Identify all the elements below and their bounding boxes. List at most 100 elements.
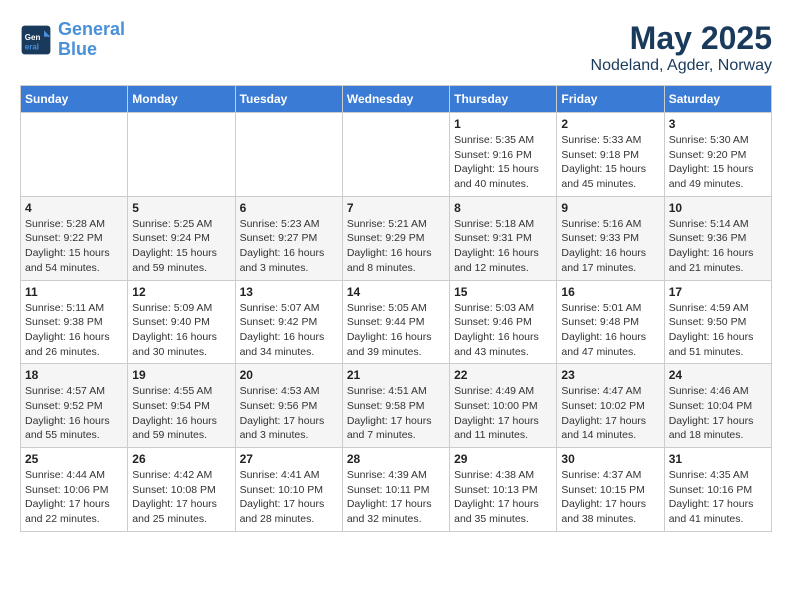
calendar-week-row: 4Sunrise: 5:28 AM Sunset: 9:22 PM Daylig…: [21, 196, 772, 280]
day-info: Sunrise: 4:49 AM Sunset: 10:00 PM Daylig…: [454, 384, 552, 443]
calendar-cell: 13Sunrise: 5:07 AM Sunset: 9:42 PM Dayli…: [235, 280, 342, 364]
day-info: Sunrise: 5:11 AM Sunset: 9:38 PM Dayligh…: [25, 301, 123, 360]
calendar-cell: [235, 113, 342, 197]
day-info: Sunrise: 5:21 AM Sunset: 9:29 PM Dayligh…: [347, 217, 445, 276]
day-number: 22: [454, 368, 552, 382]
weekday-header: Sunday: [21, 86, 128, 113]
calendar-cell: [342, 113, 449, 197]
day-number: 30: [561, 452, 659, 466]
calendar-cell: [21, 113, 128, 197]
calendar-table: SundayMondayTuesdayWednesdayThursdayFrid…: [20, 85, 772, 532]
day-number: 2: [561, 117, 659, 131]
weekday-header: Thursday: [450, 86, 557, 113]
calendar-cell: 4Sunrise: 5:28 AM Sunset: 9:22 PM Daylig…: [21, 196, 128, 280]
calendar-cell: 30 Sunrise: 4:37 AM Sunset: 10:15 PM Dayl…: [557, 448, 664, 532]
day-info: Sunrise: 4:44 AM Sunset: 10:06 PM Daylig…: [25, 468, 123, 527]
calendar-cell: 27Sunrise: 4:41 AM Sunset: 10:10 PM Dayl…: [235, 448, 342, 532]
day-number: 18: [25, 368, 123, 382]
weekday-header: Friday: [557, 86, 664, 113]
calendar-cell: [128, 113, 235, 197]
day-info: Sunrise: 5:05 AM Sunset: 9:44 PM Dayligh…: [347, 301, 445, 360]
day-info: Sunrise: 5:23 AM Sunset: 9:27 PM Dayligh…: [240, 217, 338, 276]
title-block: May 2025 Nodeland, Agder, Norway: [591, 20, 772, 75]
day-number: 6: [240, 201, 338, 215]
calendar-cell: 1Sunrise: 5:35 AM Sunset: 9:16 PM Daylig…: [450, 113, 557, 197]
day-info: Sunrise: 5:33 AM Sunset: 9:18 PM Dayligh…: [561, 133, 659, 192]
calendar-cell: 5 Sunrise: 5:25 AM Sunset: 9:24 PM Daylig…: [128, 196, 235, 280]
day-number: 14: [347, 285, 445, 299]
weekday-header: Wednesday: [342, 86, 449, 113]
calendar-week-row: 25 Sunrise: 4:44 AM Sunset: 10:06 PM Dayl…: [21, 448, 772, 532]
calendar-body: 1Sunrise: 5:35 AM Sunset: 9:16 PM Daylig…: [21, 113, 772, 532]
logo-line2: Blue: [58, 39, 97, 59]
calendar-cell: 20Sunrise: 4:53 AM Sunset: 9:56 PM Dayli…: [235, 364, 342, 448]
day-info: Sunrise: 4:55 AM Sunset: 9:54 PM Dayligh…: [132, 384, 230, 443]
calendar-cell: 2 Sunrise: 5:33 AM Sunset: 9:18 PM Daylig…: [557, 113, 664, 197]
calendar-cell: 24Sunrise: 4:46 AM Sunset: 10:04 PM Dayl…: [664, 364, 771, 448]
day-number: 24: [669, 368, 767, 382]
calendar-cell: 15Sunrise: 5:03 AM Sunset: 9:46 PM Dayli…: [450, 280, 557, 364]
day-info: Sunrise: 4:42 AM Sunset: 10:08 PM Daylig…: [132, 468, 230, 527]
day-info: Sunrise: 5:03 AM Sunset: 9:46 PM Dayligh…: [454, 301, 552, 360]
calendar-cell: 17 Sunrise: 4:59 AM Sunset: 9:50 PM Dayli…: [664, 280, 771, 364]
calendar-cell: 31 Sunrise: 4:35 AM Sunset: 10:16 PM Dayl…: [664, 448, 771, 532]
calendar-cell: 12Sunrise: 5:09 AM Sunset: 9:40 PM Dayli…: [128, 280, 235, 364]
day-info: Sunrise: 5:16 AM Sunset: 9:33 PM Dayligh…: [561, 217, 659, 276]
page-title: May 2025: [591, 20, 772, 57]
calendar-week-row: 1Sunrise: 5:35 AM Sunset: 9:16 PM Daylig…: [21, 113, 772, 197]
day-info: Sunrise: 4:35 AM Sunset: 10:16 PM Daylig…: [669, 468, 767, 527]
day-number: 8: [454, 201, 552, 215]
day-number: 28: [347, 452, 445, 466]
calendar-cell: 22 Sunrise: 4:49 AM Sunset: 10:00 PM Dayl…: [450, 364, 557, 448]
day-info: Sunrise: 5:25 AM Sunset: 9:24 PM Dayligh…: [132, 217, 230, 276]
day-info: Sunrise: 4:59 AM Sunset: 9:50 PM Dayligh…: [669, 301, 767, 360]
day-number: 7: [347, 201, 445, 215]
day-info: Sunrise: 4:38 AM Sunset: 10:13 PM Daylig…: [454, 468, 552, 527]
weekday-header: Tuesday: [235, 86, 342, 113]
day-info: Sunrise: 5:30 AM Sunset: 9:20 PM Dayligh…: [669, 133, 767, 192]
svg-text:eral: eral: [25, 42, 39, 51]
calendar-cell: 11 Sunrise: 5:11 AM Sunset: 9:38 PM Dayli…: [21, 280, 128, 364]
day-number: 25: [25, 452, 123, 466]
day-info: Sunrise: 5:14 AM Sunset: 9:36 PM Dayligh…: [669, 217, 767, 276]
page-subtitle: Nodeland, Agder, Norway: [591, 57, 772, 75]
calendar-cell: 14 Sunrise: 5:05 AM Sunset: 9:44 PM Dayli…: [342, 280, 449, 364]
calendar-cell: 25 Sunrise: 4:44 AM Sunset: 10:06 PM Dayl…: [21, 448, 128, 532]
day-number: 26: [132, 452, 230, 466]
calendar-header-row: SundayMondayTuesdayWednesdayThursdayFrid…: [21, 86, 772, 113]
calendar-cell: 7 Sunrise: 5:21 AM Sunset: 9:29 PM Daylig…: [342, 196, 449, 280]
day-info: Sunrise: 4:53 AM Sunset: 9:56 PM Dayligh…: [240, 384, 338, 443]
calendar-cell: 8Sunrise: 5:18 AM Sunset: 9:31 PM Daylig…: [450, 196, 557, 280]
calendar-week-row: 18 Sunrise: 4:57 AM Sunset: 9:52 PM Dayli…: [21, 364, 772, 448]
day-number: 11: [25, 285, 123, 299]
calendar-cell: 18 Sunrise: 4:57 AM Sunset: 9:52 PM Dayli…: [21, 364, 128, 448]
calendar-cell: 26 Sunrise: 4:42 AM Sunset: 10:08 PM Dayl…: [128, 448, 235, 532]
calendar-cell: 9 Sunrise: 5:16 AM Sunset: 9:33 PM Daylig…: [557, 196, 664, 280]
day-info: Sunrise: 4:47 AM Sunset: 10:02 PM Daylig…: [561, 384, 659, 443]
day-info: Sunrise: 5:07 AM Sunset: 9:42 PM Dayligh…: [240, 301, 338, 360]
calendar-cell: 6 Sunrise: 5:23 AM Sunset: 9:27 PM Daylig…: [235, 196, 342, 280]
calendar-cell: 16Sunrise: 5:01 AM Sunset: 9:48 PM Dayli…: [557, 280, 664, 364]
day-info: Sunrise: 4:57 AM Sunset: 9:52 PM Dayligh…: [25, 384, 123, 443]
weekday-header: Saturday: [664, 86, 771, 113]
day-number: 17: [669, 285, 767, 299]
day-info: Sunrise: 5:35 AM Sunset: 9:16 PM Dayligh…: [454, 133, 552, 192]
logo-icon: Gen eral: [20, 24, 52, 56]
day-number: 3: [669, 117, 767, 131]
calendar-cell: 29Sunrise: 4:38 AM Sunset: 10:13 PM Dayl…: [450, 448, 557, 532]
day-info: Sunrise: 4:39 AM Sunset: 10:11 PM Daylig…: [347, 468, 445, 527]
day-number: 9: [561, 201, 659, 215]
day-number: 5: [132, 201, 230, 215]
svg-text:Gen: Gen: [25, 33, 41, 42]
day-number: 10: [669, 201, 767, 215]
day-info: Sunrise: 5:28 AM Sunset: 9:22 PM Dayligh…: [25, 217, 123, 276]
day-number: 31: [669, 452, 767, 466]
calendar-cell: 21Sunrise: 4:51 AM Sunset: 9:58 PM Dayli…: [342, 364, 449, 448]
day-info: Sunrise: 4:37 AM Sunset: 10:15 PM Daylig…: [561, 468, 659, 527]
calendar-week-row: 11 Sunrise: 5:11 AM Sunset: 9:38 PM Dayli…: [21, 280, 772, 364]
day-number: 12: [132, 285, 230, 299]
day-number: 27: [240, 452, 338, 466]
calendar-cell: 10 Sunrise: 5:14 AM Sunset: 9:36 PM Dayli…: [664, 196, 771, 280]
calendar-cell: 28 Sunrise: 4:39 AM Sunset: 10:11 PM Dayl…: [342, 448, 449, 532]
logo-text: General Blue: [58, 20, 125, 60]
